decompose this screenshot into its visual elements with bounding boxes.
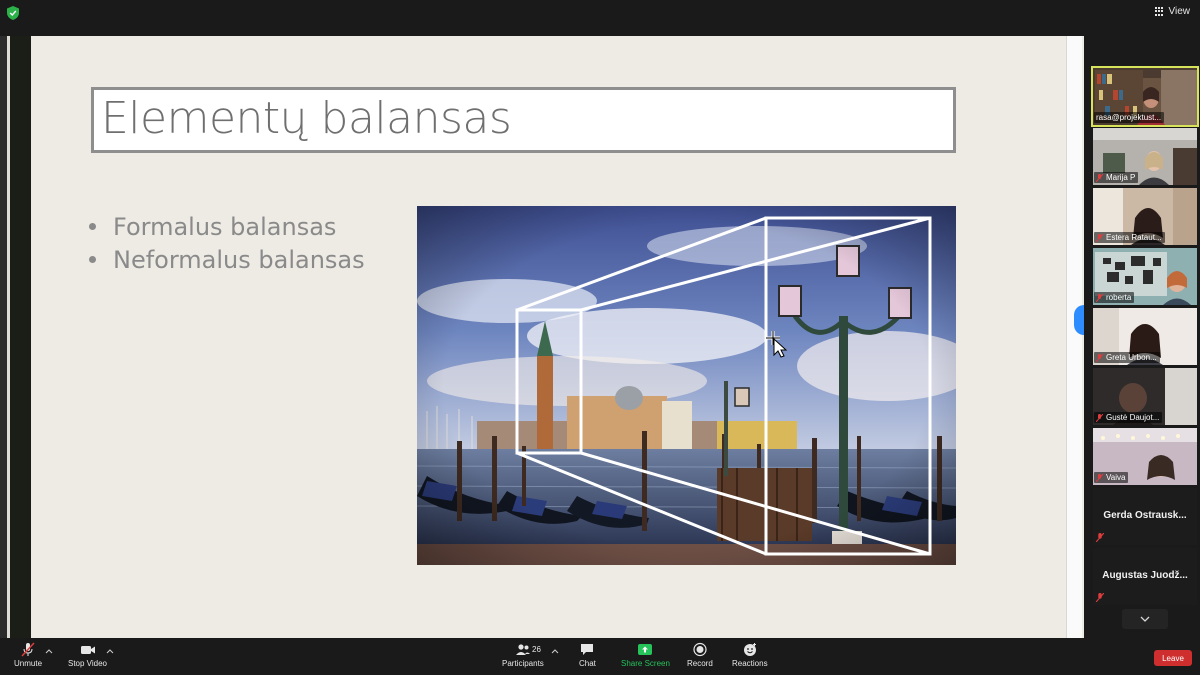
participant-name: rasa@projektust... [1096, 113, 1162, 122]
participant-video-panel: rasa@projektust... Marija P Estera Ratau… [1090, 64, 1200, 634]
participant-name: Estera Rataut... [1106, 233, 1162, 242]
slide-bullet: Formalus balansas [89, 210, 365, 243]
view-button[interactable]: View [1154, 6, 1191, 17]
participants-label: Participants [502, 659, 544, 668]
muted-mic-icon [21, 642, 35, 657]
chat-label: Chat [579, 659, 596, 668]
panel-toggle-handle[interactable] [1074, 305, 1084, 335]
muted-mic-icon [1096, 413, 1103, 422]
shared-screen: Elementų balansas Formalus balansas Nefo… [0, 36, 1084, 638]
view-label: View [1168, 6, 1191, 17]
participant-name: Vaiva [1106, 473, 1126, 482]
muted-mic-icon [1096, 533, 1104, 542]
smiley-icon [743, 643, 756, 656]
bullet-dot-icon [89, 223, 96, 230]
participant-tile[interactable]: Augustas Juodž... [1093, 548, 1197, 605]
grid-view-icon [1154, 7, 1164, 16]
participants-count: 26 [532, 645, 541, 654]
leave-meeting-button[interactable]: Leave [1154, 650, 1192, 666]
muted-mic-icon [1096, 593, 1104, 602]
chevron-up-icon[interactable] [106, 648, 114, 654]
muted-mic-icon [1096, 293, 1103, 302]
slide-title: Elementų balansas [101, 93, 512, 144]
participant-name: roberta [1106, 293, 1132, 302]
participant-name: Greta Urbon... [1106, 353, 1157, 362]
bullet-dot-icon [89, 256, 96, 263]
participant-name-tag: Gustė Daujot... [1094, 412, 1163, 423]
participant-name-tag: roberta [1094, 292, 1135, 303]
participant-tile[interactable]: roberta [1093, 248, 1197, 305]
participant-name: Gerda Ostrausk... [1103, 510, 1187, 521]
participant-scroll-down-button[interactable] [1122, 609, 1168, 629]
slide-bullet-text: Formalus balansas [113, 212, 337, 241]
reactions-button[interactable]: Reactions [732, 642, 768, 668]
participant-name-tag: rasa@projektust... [1094, 112, 1165, 123]
participant-name-tag: Vaiva [1094, 472, 1129, 483]
muted-mic-icon [1096, 353, 1103, 362]
unmute-label: Unmute [14, 659, 43, 668]
muted-mic-icon [1096, 473, 1103, 482]
participant-name: Augustas Juodž... [1102, 570, 1188, 581]
reactions-label: Reactions [732, 659, 768, 668]
slide-title-box: Elementų balansas [91, 87, 956, 153]
participant-tile[interactable]: Vaiva [1093, 428, 1197, 485]
record-button[interactable]: Record [687, 642, 713, 668]
participant-name: Gustė Daujot... [1106, 413, 1160, 422]
chat-bubble-icon [581, 644, 594, 655]
unmute-button[interactable]: Unmute [14, 642, 42, 668]
move-cursor-icon [766, 331, 788, 358]
stop-video-label: Stop Video [68, 659, 107, 668]
participant-tile[interactable]: Marija P [1093, 128, 1197, 185]
meeting-toolbar: Unmute Stop Video Participants 26 Chat S… [0, 638, 1200, 675]
slide-bullet-list: Formalus balansas Neformalus balansas [89, 210, 365, 276]
video-camera-icon [80, 646, 95, 654]
participants-icon [515, 644, 530, 655]
record-label: Record [687, 659, 713, 668]
participant-tile[interactable]: rasa@projektust... [1091, 66, 1199, 127]
stop-video-button[interactable]: Stop Video [68, 642, 107, 668]
participant-name-tag: Marija P [1094, 172, 1139, 183]
slide-bullet-text: Neformalus balansas [113, 245, 365, 274]
left-edge-panel [10, 36, 31, 638]
muted-mic-icon [1096, 233, 1103, 242]
chat-button[interactable]: Chat [579, 642, 596, 668]
participant-tile[interactable]: Gustė Daujot... [1093, 368, 1197, 425]
meeting-top-bar: View [0, 0, 1200, 30]
share-screen-label: Share Screen [621, 659, 670, 668]
slide-venice-image [417, 206, 956, 565]
participant-name-tag: Greta Urbon... [1094, 352, 1160, 363]
shield-check-icon[interactable] [7, 6, 19, 20]
share-screen-icon [638, 644, 653, 655]
participant-name: Marija P [1106, 173, 1136, 182]
muted-mic-icon [1096, 173, 1103, 182]
share-screen-button[interactable]: Share Screen [621, 642, 670, 668]
left-edge-strip [0, 36, 7, 638]
record-icon [693, 642, 707, 657]
participant-name-tag: Estera Rataut... [1094, 232, 1165, 243]
right-scroll-strip[interactable] [1066, 36, 1082, 638]
chevron-down-icon [1140, 616, 1150, 622]
slide-bullet: Neformalus balansas [89, 243, 365, 276]
chevron-up-icon[interactable] [551, 648, 559, 654]
chevron-up-icon[interactable] [45, 648, 53, 654]
participant-tile[interactable]: Greta Urbon... [1093, 308, 1197, 365]
participant-tile[interactable]: Gerda Ostrausk... [1093, 488, 1197, 545]
participant-tile[interactable]: Estera Rataut... [1093, 188, 1197, 245]
